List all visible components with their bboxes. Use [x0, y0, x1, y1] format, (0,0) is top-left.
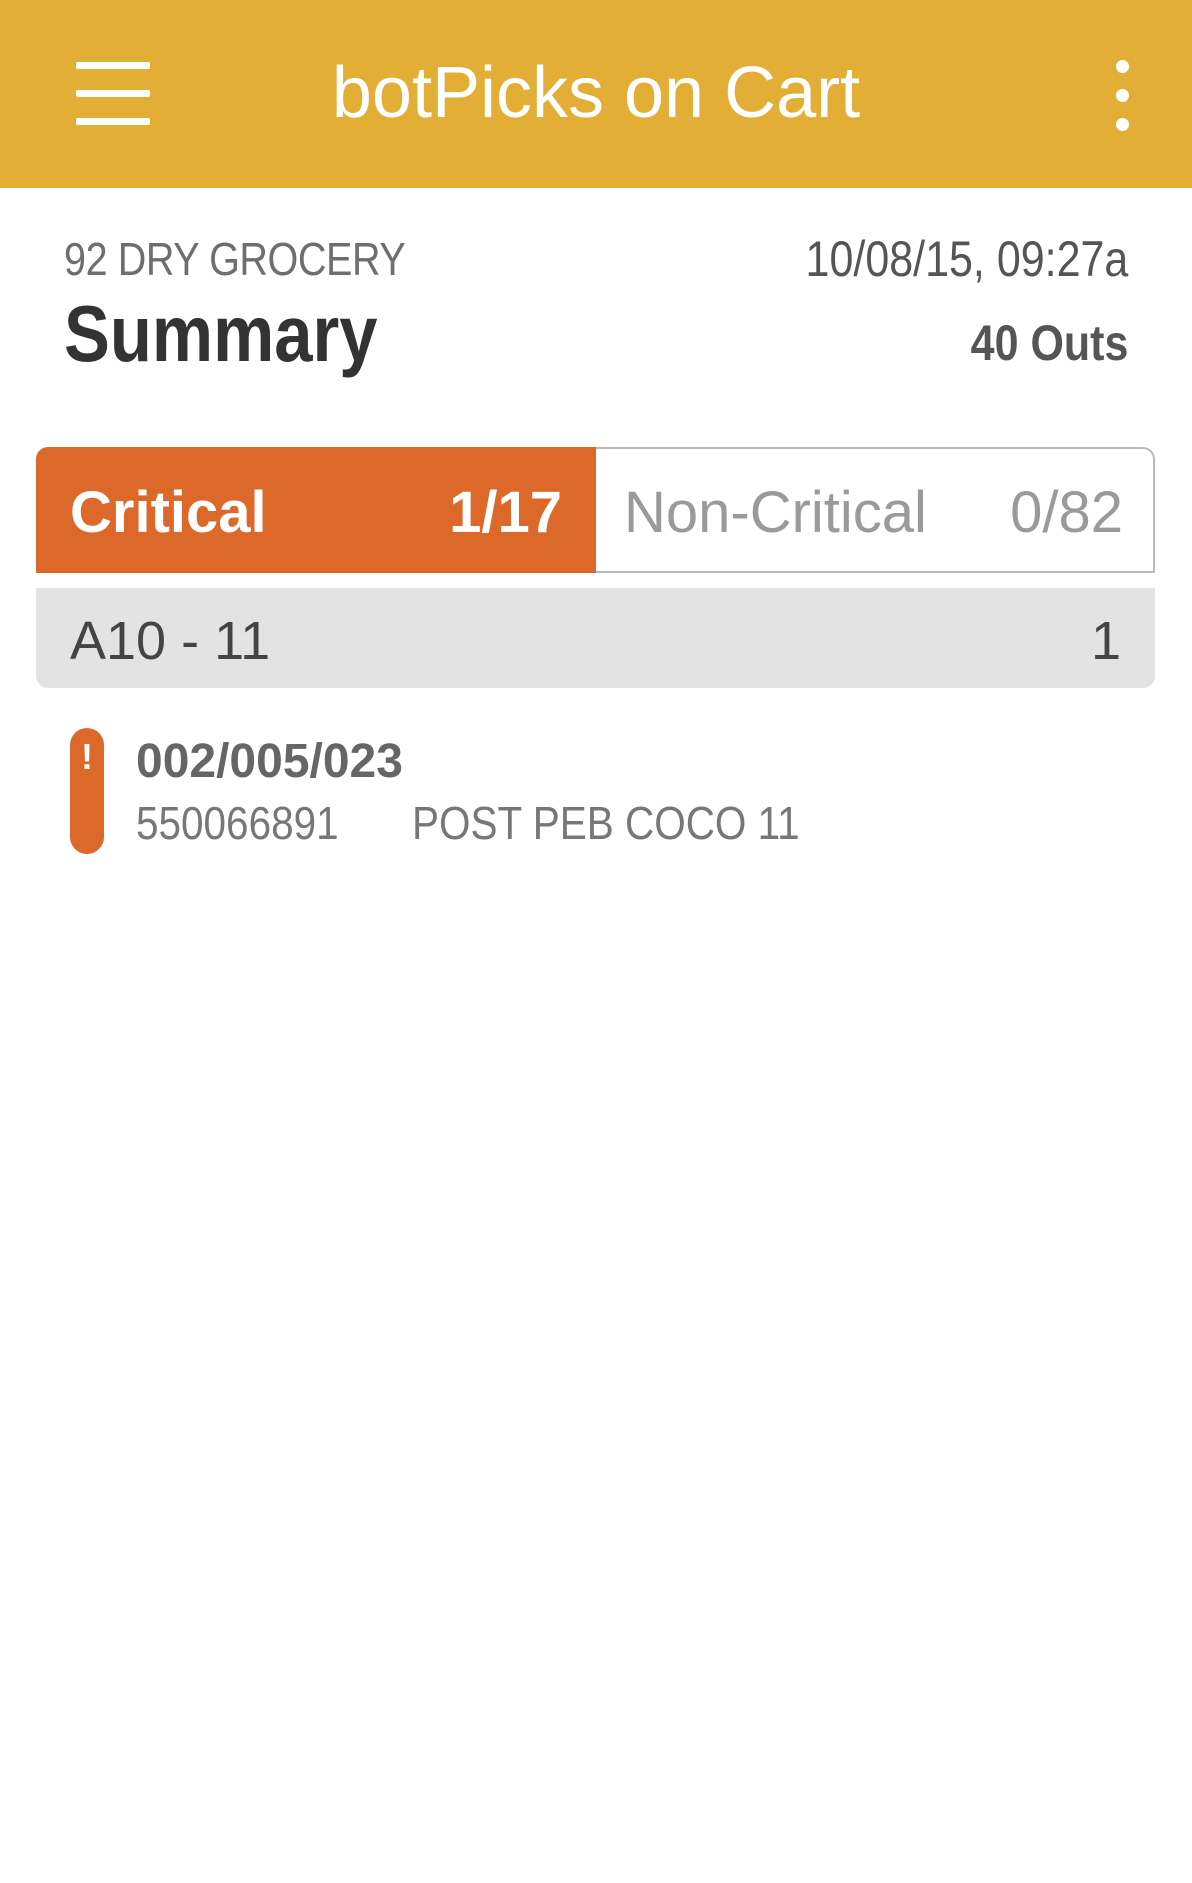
alert-mark: !	[81, 736, 93, 777]
aisle-group-header[interactable]: A10 - 11 1	[36, 588, 1155, 688]
tab-non-critical-label: Non-Critical	[624, 480, 927, 545]
tab-critical-count: 1/17	[449, 480, 562, 545]
page-title: Summary	[64, 289, 378, 378]
tab-critical[interactable]: Critical 1/17	[36, 447, 596, 573]
app-bar: botPicks on Cart	[0, 0, 1192, 188]
department-label: 92 DRY GROCERY	[64, 233, 406, 285]
tab-non-critical[interactable]: Non-Critical 0/82	[596, 447, 1155, 573]
app-title: botPicks on Cart	[331, 53, 861, 133]
timestamp: 10/08/15, 09:27a	[805, 231, 1128, 287]
aisle-group-name: A10 - 11	[70, 611, 271, 671]
outs-count: 40 Outs	[970, 315, 1128, 371]
tab-non-critical-count: 0/82	[1010, 480, 1123, 545]
filter-tabs: Critical 1/17 Non-Critical 0/82	[36, 447, 1155, 573]
list-item[interactable]: ! 002/005/023 550066891 POST PEB COCO 11	[36, 716, 1155, 866]
aisle-group-count: 1	[1090, 611, 1121, 671]
tab-critical-label: Critical	[70, 480, 267, 545]
item-description: POST PEB COCO 11	[412, 797, 800, 849]
overflow-menu-button[interactable]	[1100, 54, 1144, 138]
item-location: 002/005/023	[136, 735, 403, 788]
critical-alert-icon: !	[70, 728, 104, 854]
item-upc: 550066891	[136, 797, 339, 849]
